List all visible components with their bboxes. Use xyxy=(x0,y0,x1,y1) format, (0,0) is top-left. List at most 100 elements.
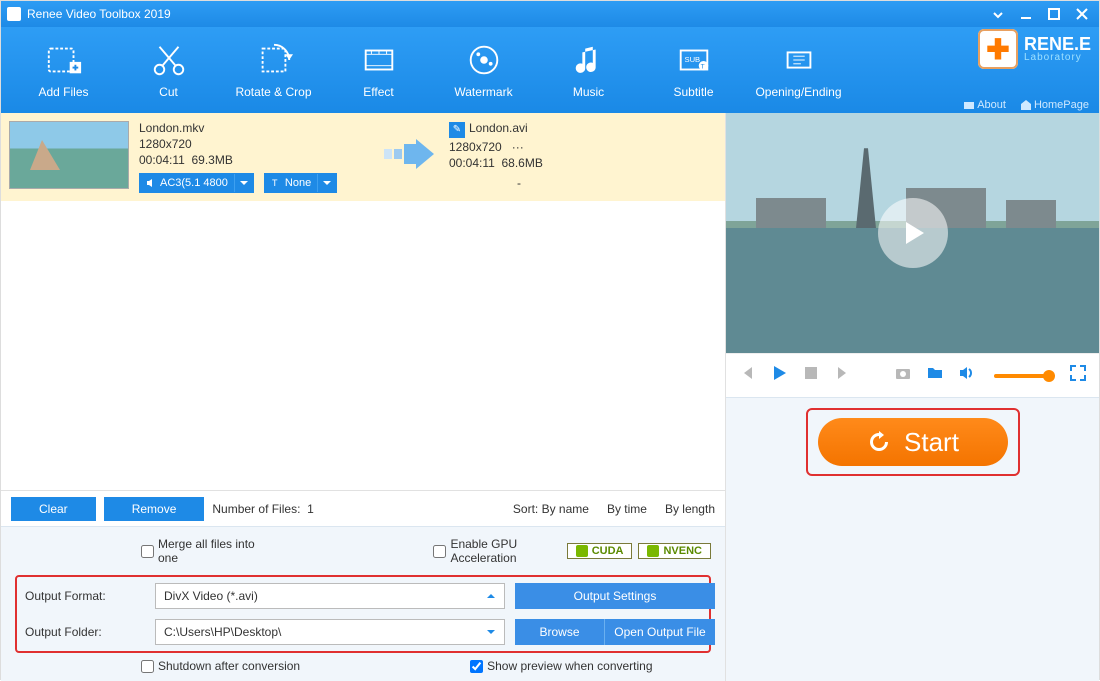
rotate-crop-button[interactable]: Rotate & Crop xyxy=(221,41,326,99)
menu-dropdown-button[interactable] xyxy=(987,7,1009,21)
music-button[interactable]: Music xyxy=(536,41,641,99)
fullscreen-icon xyxy=(1069,364,1087,382)
source-resolution: 1280x720 xyxy=(139,137,369,151)
nvidia-icon xyxy=(576,545,588,557)
target-info: ✎London.avi 1280x720 ··· 00:04:11 68.6MB… xyxy=(449,121,679,190)
cuda-badge: CUDA xyxy=(567,543,633,559)
chevron-down-icon xyxy=(486,627,496,637)
speaker-icon xyxy=(146,178,156,188)
watermark-icon xyxy=(465,41,503,79)
add-files-button[interactable]: Add Files xyxy=(11,41,116,99)
next-button[interactable] xyxy=(834,364,852,387)
fullscreen-button[interactable] xyxy=(1069,364,1087,387)
svg-text:T: T xyxy=(700,64,704,71)
output-folder-combo[interactable]: C:\Users\HP\Desktop\ xyxy=(155,619,505,645)
show-preview-checkbox[interactable]: Show preview when converting xyxy=(470,659,652,673)
output-format-label: Output Format: xyxy=(25,589,145,603)
opening-ending-label: Opening/Ending xyxy=(755,85,841,99)
text-icon: T xyxy=(271,178,281,188)
sort-label: Sort: By name xyxy=(513,502,589,516)
effect-label: Effect xyxy=(363,85,393,99)
target-duration-size: 00:04:11 68.6MB xyxy=(449,156,679,170)
start-button[interactable]: Start xyxy=(818,418,1008,466)
homepage-link[interactable]: HomePage xyxy=(1020,99,1089,111)
target-resolution: 1280x720 ··· xyxy=(449,140,679,154)
brand-sub: Laboratory xyxy=(1024,53,1091,63)
output-settings-button[interactable]: Output Settings xyxy=(515,583,715,609)
output-folder-label: Output Folder: xyxy=(25,625,145,639)
sort-by-name[interactable]: By name xyxy=(542,502,589,516)
subtitle-label: Subtitle xyxy=(673,85,713,99)
list-action-bar: Clear Remove Number of Files: 1 Sort: By… xyxy=(1,490,725,526)
brand-bag-icon: ✚ xyxy=(978,29,1018,69)
maximize-button[interactable] xyxy=(1043,7,1065,21)
watermark-button[interactable]: Watermark xyxy=(431,41,536,99)
svg-text:SUB: SUB xyxy=(684,55,700,64)
speaker-icon xyxy=(958,364,976,382)
audio-codec-dropdown[interactable]: AC3(5.1 4800 xyxy=(139,173,254,193)
svg-text:T: T xyxy=(272,178,278,188)
snapshot-button[interactable] xyxy=(894,364,912,387)
file-list: London.mkv 1280x720 00:04:11 69.3MB AC3(… xyxy=(1,113,725,490)
nvidia-icon xyxy=(647,545,659,557)
remove-button[interactable]: Remove xyxy=(104,497,205,521)
about-link[interactable]: About xyxy=(963,99,1006,111)
output-panel: Merge all files into one Enable GPU Acce… xyxy=(1,526,725,681)
opening-ending-icon xyxy=(780,41,818,79)
file-count-label: Number of Files: 1 xyxy=(212,502,313,516)
rotate-crop-label: Rotate & Crop xyxy=(235,85,311,99)
opening-ending-button[interactable]: Opening/Ending xyxy=(746,41,851,99)
clear-button[interactable]: Clear xyxy=(11,497,96,521)
open-folder-button[interactable] xyxy=(926,364,944,387)
folder-icon xyxy=(926,364,944,382)
preview-play-button[interactable] xyxy=(878,198,948,268)
chevron-down-icon xyxy=(239,178,249,188)
camera-icon xyxy=(894,364,912,382)
cut-label: Cut xyxy=(159,85,178,99)
skip-next-icon xyxy=(834,364,852,382)
title-bar: Renee Video Toolbox 2019 xyxy=(1,1,1099,27)
effect-button[interactable]: Effect xyxy=(326,41,431,99)
subtitle-icon: SUBT xyxy=(675,41,713,79)
close-button[interactable] xyxy=(1071,7,1093,21)
watermark-label: Watermark xyxy=(454,85,512,99)
music-label: Music xyxy=(573,85,604,99)
start-highlight: Start xyxy=(806,408,1020,476)
preview-area xyxy=(726,113,1099,353)
browse-button[interactable]: Browse xyxy=(515,619,605,645)
output-form-highlight: Output Format: DivX Video (*.avi) Output… xyxy=(15,575,711,653)
home-icon xyxy=(1020,99,1032,111)
app-icon xyxy=(7,7,21,21)
volume-slider[interactable] xyxy=(994,374,1051,378)
sort-by-time[interactable]: By time xyxy=(607,502,647,516)
shutdown-checkbox[interactable]: Shutdown after conversion xyxy=(141,659,300,673)
prev-button[interactable] xyxy=(738,364,756,387)
play-button[interactable] xyxy=(770,364,788,387)
chevron-up-icon xyxy=(486,591,496,601)
sort-by-length[interactable]: By length xyxy=(665,502,715,516)
skip-prev-icon xyxy=(738,364,756,382)
play-icon xyxy=(770,364,788,382)
play-icon xyxy=(898,218,928,248)
file-row[interactable]: London.mkv 1280x720 00:04:11 69.3MB AC3(… xyxy=(1,113,725,201)
add-files-label: Add Files xyxy=(38,85,88,99)
subtitle-codec-dropdown[interactable]: TNone xyxy=(264,173,337,193)
output-format-combo[interactable]: DivX Video (*.avi) xyxy=(155,583,505,609)
target-filename: ✎London.avi xyxy=(449,121,679,138)
stop-button[interactable] xyxy=(802,364,820,387)
start-area: Start xyxy=(726,397,1099,480)
effect-icon xyxy=(360,41,398,79)
subtitle-button[interactable]: SUBT Subtitle xyxy=(641,41,746,99)
merge-checkbox[interactable]: Merge all files into one xyxy=(141,537,263,565)
app-title: Renee Video Toolbox 2019 xyxy=(27,7,171,21)
camera-icon xyxy=(963,99,975,111)
volume-button[interactable] xyxy=(958,364,976,387)
edit-icon[interactable]: ✎ xyxy=(449,122,465,138)
open-output-button[interactable]: Open Output File xyxy=(605,619,715,645)
source-info: London.mkv 1280x720 00:04:11 69.3MB AC3(… xyxy=(139,121,369,193)
add-files-icon xyxy=(45,41,83,79)
conversion-arrow-icon xyxy=(379,121,439,169)
gpu-checkbox[interactable]: Enable GPU Acceleration xyxy=(433,537,552,565)
cut-button[interactable]: Cut xyxy=(116,41,221,99)
minimize-button[interactable] xyxy=(1015,7,1037,21)
